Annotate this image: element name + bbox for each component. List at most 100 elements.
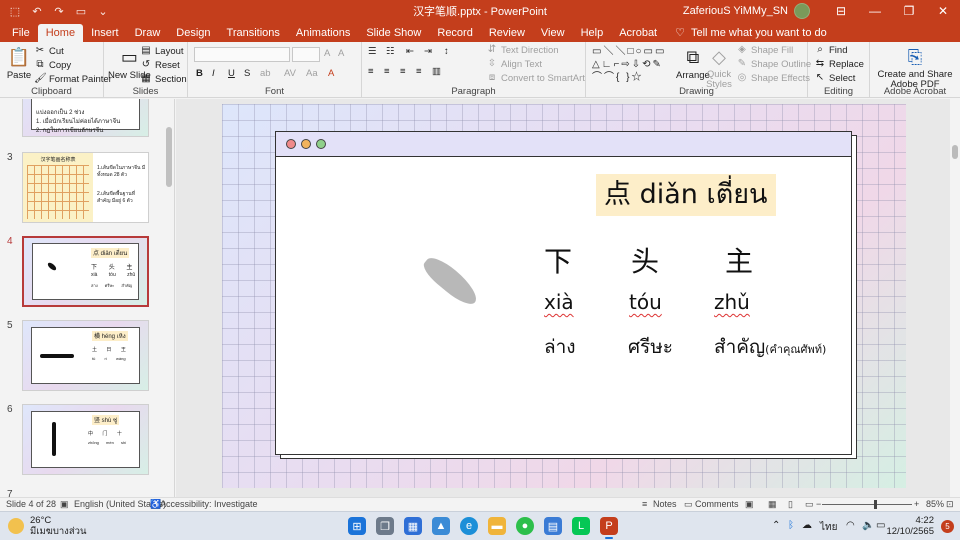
copy-button[interactable]: ⧉ Copy bbox=[34, 59, 71, 71]
italic-button[interactable]: I bbox=[212, 68, 215, 79]
justify-icon[interactable]: ≡ bbox=[416, 66, 422, 77]
notification-badge[interactable]: 5 bbox=[941, 520, 954, 533]
wifi-icon[interactable]: ◠ bbox=[846, 520, 855, 531]
shape-effects-button[interactable]: ◎ Shape Effects bbox=[736, 72, 810, 84]
select-button[interactable]: ↖ Select bbox=[814, 72, 856, 84]
current-slide[interactable]: 点 diǎn เตี่ยน 下 头 主 xià tóu zhǔ ล่าง ศรี… bbox=[222, 104, 906, 488]
tab-help[interactable]: Help bbox=[573, 24, 612, 42]
replace-button[interactable]: ⇆ Replace bbox=[814, 58, 864, 70]
cut-button[interactable]: ✂ Cut bbox=[34, 45, 64, 57]
autosave-icon[interactable]: ⬚ bbox=[8, 4, 22, 18]
tab-transitions[interactable]: Transitions bbox=[219, 24, 288, 42]
tab-acrobat[interactable]: Acrobat bbox=[611, 24, 665, 42]
shapes-gallery[interactable]: ▭＼＼□○▭▭ △∟⌐⇨⇩⟲✎ ⌒⌒{ }☆ bbox=[592, 45, 666, 84]
zoom-out-icon[interactable]: − bbox=[816, 499, 821, 509]
fit-to-window-icon[interactable]: ⊡ bbox=[946, 499, 954, 510]
clock[interactable]: 4:22 12/10/2565 bbox=[886, 515, 934, 537]
shape-fill-button[interactable]: ◈ Shape Fill bbox=[736, 44, 793, 56]
start-icon[interactable]: ⊞ bbox=[348, 517, 366, 535]
underline-button[interactable]: U bbox=[228, 68, 235, 79]
reading-view-icon[interactable]: ▯ bbox=[788, 499, 793, 510]
powerpoint-taskbar-icon[interactable]: P bbox=[600, 517, 618, 539]
weather-widget[interactable]: 26°C มีเมฆบางส่วน bbox=[30, 515, 86, 537]
slide-thumbnail-5[interactable]: 横 héng เหิง 土 日 王 tǔ rì wáng bbox=[22, 320, 149, 391]
font-color-icon[interactable]: A bbox=[328, 68, 334, 79]
normal-view-icon[interactable]: ▣ bbox=[745, 499, 754, 510]
slide-sorter-icon[interactable]: ▦ bbox=[768, 499, 777, 510]
editor-scrollbar[interactable] bbox=[950, 99, 960, 497]
hanzi-2[interactable]: 头 bbox=[631, 240, 659, 280]
thai-3[interactable]: สำคัญ(คำคุณศัพท์) bbox=[714, 332, 826, 362]
tab-slide-show[interactable]: Slide Show bbox=[358, 24, 429, 42]
strikethrough-button[interactable]: ab bbox=[260, 68, 271, 79]
hanzi-3[interactable]: 主 bbox=[725, 240, 753, 280]
tab-insert[interactable]: Insert bbox=[83, 24, 127, 42]
format-painter-button[interactable]: 🖌 Format Painter bbox=[34, 73, 112, 85]
tab-review[interactable]: Review bbox=[481, 24, 533, 42]
account-name[interactable]: ZaferiouS YiMMy_SN bbox=[683, 5, 788, 17]
notepad-icon[interactable]: ▤ bbox=[544, 517, 562, 535]
close-button[interactable]: ✕ bbox=[926, 0, 960, 22]
tab-view[interactable]: View bbox=[533, 24, 573, 42]
shadow-button[interactable]: S bbox=[244, 68, 250, 79]
slide-thumbnail-3[interactable]: 汉字笔画名称表 1.เส้นขีดในภาษาจีน มีทั้งหมด 28 … bbox=[22, 152, 149, 223]
calendar-app-icon[interactable]: ▦ bbox=[404, 517, 422, 535]
start-from-beginning-icon[interactable]: ▭ bbox=[74, 4, 88, 18]
tab-home[interactable]: Home bbox=[37, 24, 84, 42]
avatar[interactable] bbox=[794, 3, 810, 19]
line-spacing-icon[interactable]: ↕ bbox=[444, 46, 449, 57]
text-direction-button[interactable]: ⇵ Text Direction bbox=[486, 44, 559, 56]
increase-indent-icon[interactable]: ⇥ bbox=[424, 46, 432, 57]
redo-icon[interactable]: ↷ bbox=[52, 4, 66, 18]
convert-smartart-button[interactable]: ⧈ Convert to SmartArt bbox=[486, 72, 585, 84]
slide-thumbnail-4[interactable]: 点 diǎn เตี่ยน 下 头 主 xià tóu zhǔ ล่าง ศรี… bbox=[22, 236, 149, 307]
quick-styles-button[interactable]: ◇ Quick Styles bbox=[704, 46, 734, 90]
editor-scroll-thumb[interactable] bbox=[952, 145, 958, 159]
bluetooth-icon[interactable]: ᛒ bbox=[788, 520, 794, 531]
grow-font-icon[interactable]: A bbox=[324, 48, 330, 59]
align-left-icon[interactable]: ≡ bbox=[368, 66, 374, 77]
pinyin-2[interactable]: tóu bbox=[629, 290, 662, 314]
slide-thumbnails-pane[interactable]: แบ่งออกเป็น 2 ช่วง 1. เมื่อนักเรียนไม่ค่… bbox=[0, 99, 175, 497]
thai-1[interactable]: ล่าง bbox=[544, 332, 576, 362]
ribbon-display-options-icon[interactable]: ⊟ bbox=[824, 0, 858, 22]
volume-icon[interactable]: 🔈 bbox=[862, 520, 874, 531]
notes-button[interactable]: Notes bbox=[653, 499, 677, 509]
slide-heading[interactable]: 点 diǎn เตี่ยน bbox=[596, 174, 776, 216]
tab-draw[interactable]: Draw bbox=[127, 24, 169, 42]
show-hidden-icons[interactable]: ⌃ bbox=[772, 520, 780, 531]
wechat-icon[interactable]: ● bbox=[516, 517, 534, 535]
spelling-icon[interactable]: ▣ bbox=[60, 499, 69, 510]
section-button[interactable]: ▦ Section bbox=[140, 73, 186, 85]
comments-button[interactable]: Comments bbox=[695, 499, 739, 509]
file-explorer-icon[interactable]: ▬ bbox=[488, 517, 506, 535]
pinyin-1[interactable]: xià bbox=[544, 290, 574, 314]
tab-record[interactable]: Record bbox=[429, 24, 480, 42]
pinyin-3[interactable]: zhǔ bbox=[714, 290, 750, 314]
edge-browser-icon[interactable]: e bbox=[460, 517, 478, 535]
columns-icon[interactable]: ▥ bbox=[432, 66, 441, 77]
hanzi-1[interactable]: 下 bbox=[544, 240, 572, 280]
restore-button[interactable]: ❐ bbox=[892, 0, 926, 22]
change-case-icon[interactable]: Aa bbox=[306, 68, 318, 79]
task-view-icon[interactable]: ❐ bbox=[376, 517, 394, 535]
tab-file[interactable]: File bbox=[4, 24, 38, 42]
decrease-indent-icon[interactable]: ⇤ bbox=[406, 46, 414, 57]
align-center-icon[interactable]: ≡ bbox=[384, 66, 390, 77]
customize-toolbar-icon[interactable]: ⌄ bbox=[96, 4, 110, 18]
layout-button[interactable]: ▤ Layout bbox=[140, 45, 183, 57]
create-pdf-button[interactable]: ⎘ Create and Share Adobe PDF bbox=[876, 46, 954, 90]
character-spacing-icon[interactable]: AV bbox=[284, 68, 296, 79]
shape-outline-button[interactable]: ✎ Shape Outline bbox=[736, 58, 811, 70]
thumbnails-scroll-thumb[interactable] bbox=[166, 127, 172, 187]
slide-thumbnail-6[interactable]: 竖 shù ซู่ 中 门 十 zhōng mén shí bbox=[22, 404, 149, 475]
numbering-icon[interactable]: ☷ bbox=[386, 46, 395, 57]
font-size-combo[interactable] bbox=[292, 47, 320, 62]
battery-icon[interactable]: ▭ bbox=[876, 520, 885, 531]
accessibility-status[interactable]: Accessibility: Investigate bbox=[160, 499, 258, 509]
align-text-button[interactable]: ⇳ Align Text bbox=[486, 58, 542, 70]
thumbnails-scrollbar[interactable] bbox=[164, 99, 174, 497]
paste-button[interactable]: 📋 Paste bbox=[6, 46, 32, 81]
window-frame[interactable]: 点 diǎn เตี่ยน 下 头 主 xià tóu zhǔ ล่าง ศรี… bbox=[275, 131, 852, 455]
tab-animations[interactable]: Animations bbox=[288, 24, 358, 42]
